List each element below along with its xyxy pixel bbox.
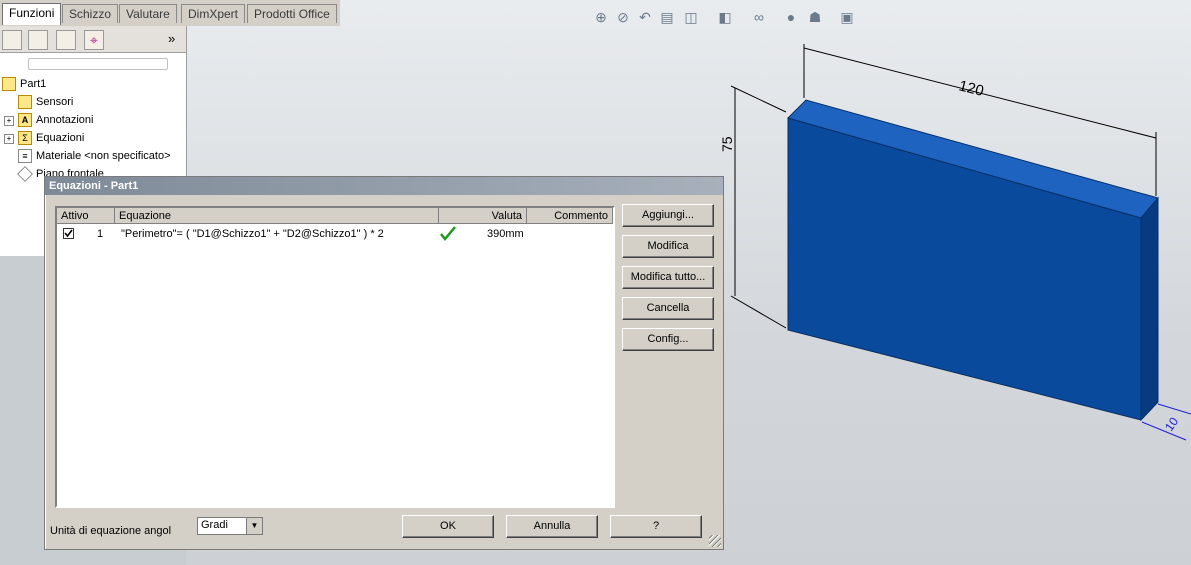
equation-icon: Σ <box>18 131 32 146</box>
ok-button[interactable]: OK <box>402 515 494 538</box>
view-settings-icon[interactable]: ▣ <box>838 8 856 26</box>
sensor-icon <box>18 95 32 110</box>
add-button[interactable]: Aggiungi... <box>622 204 714 227</box>
edit-button[interactable]: Modifica <box>622 235 714 258</box>
section-view-icon[interactable]: ▤ <box>658 8 676 26</box>
tree-item-part[interactable]: Part1 <box>2 75 46 93</box>
configuration-manager-icon[interactable] <box>56 30 76 50</box>
equations-dialog: Equazioni - Part1 Attivo Equazione Valut… <box>44 176 724 550</box>
column-header-equazione[interactable]: Equazione <box>115 208 439 224</box>
equation-value: 390mm <box>487 228 524 240</box>
dim-depth-ext <box>1157 403 1191 415</box>
zoom-to-fit-icon[interactable]: ⊕ <box>592 8 610 26</box>
command-manager-tabs: Funzioni Schizzo Valutare DimXpert Prodo… <box>0 0 340 26</box>
config-button[interactable]: Config... <box>622 328 714 351</box>
edit-all-button[interactable]: Modifica tutto... <box>622 266 714 289</box>
tree-item-equazioni[interactable]: Σ Equazioni <box>18 129 84 147</box>
equation-text[interactable]: "Perimetro"= ( "D1@Schizzo1" + "D2@Schiz… <box>121 226 384 242</box>
annotation-icon: A <box>18 113 32 128</box>
plane-icon <box>17 166 33 183</box>
zoom-area-icon[interactable]: ⊘ <box>614 8 632 26</box>
panel-expand-icon[interactable]: » <box>168 31 175 46</box>
tab-funzioni[interactable]: Funzioni <box>2 3 62 25</box>
tree-item-annotazioni[interactable]: A Annotazioni <box>18 111 94 129</box>
previous-view-icon[interactable]: ↶ <box>636 8 654 26</box>
material-icon: ≡ <box>18 149 32 164</box>
dialog-title[interactable]: Equazioni - Part1 <box>45 177 723 195</box>
active-checkbox[interactable] <box>63 228 74 239</box>
panel-toolbar: ⌖ » <box>0 26 186 53</box>
dim-width-text[interactable]: 120 <box>957 77 985 100</box>
row-index: 1 <box>97 228 104 240</box>
help-button[interactable]: ? <box>610 515 702 538</box>
scene-icon[interactable]: ☗ <box>806 8 824 26</box>
dim-height-ext-bottom <box>730 295 787 329</box>
hide-show-icon[interactable]: ∞ <box>750 8 768 26</box>
angle-unit-select[interactable]: Gradi ▼ <box>197 517 263 535</box>
equations-table[interactable]: Attivo Equazione Valuta Commento 1 "Peri… <box>55 206 615 508</box>
column-header-attivo[interactable]: Attivo <box>57 208 115 224</box>
block-side-face[interactable] <box>1140 196 1159 422</box>
property-manager-icon[interactable] <box>28 30 48 50</box>
resize-grip-icon[interactable] <box>709 535 721 547</box>
delete-button[interactable]: Cancella <box>622 297 714 320</box>
appearance-icon[interactable]: ● <box>782 8 800 26</box>
feature-tree-icon[interactable] <box>2 30 22 50</box>
column-header-commento[interactable]: Commento <box>527 208 613 224</box>
expand-annotazioni-icon[interactable]: + <box>4 116 14 126</box>
dim-height-text[interactable]: 75 <box>719 136 735 152</box>
dimxpert-manager-icon[interactable]: ⌖ <box>84 30 104 50</box>
tab-valutare[interactable]: Valutare <box>119 4 177 23</box>
angle-unit-value: Gradi <box>201 519 228 531</box>
dim-height-ext-top <box>730 85 787 113</box>
tab-prodotti-office[interactable]: Prodotti Office <box>247 4 337 23</box>
tree-item-sensori[interactable]: Sensori <box>18 93 73 111</box>
cancel-button[interactable]: Annulla <box>506 515 598 538</box>
view-orientation-icon[interactable]: ◫ <box>682 8 700 26</box>
tree-filter-input[interactable] <box>28 58 168 70</box>
display-style-icon[interactable]: ◧ <box>716 8 734 26</box>
column-header-valuta[interactable]: Valuta <box>439 208 527 224</box>
dropdown-arrow-icon[interactable]: ▼ <box>246 518 262 534</box>
tab-dimxpert[interactable]: DimXpert <box>181 4 246 23</box>
part-icon <box>2 77 16 92</box>
tab-schizzo[interactable]: Schizzo <box>62 4 119 23</box>
tree-item-materiale[interactable]: ≡ Materiale <non specificato> <box>18 147 171 165</box>
view-toolbar: ⊕ ⊘ ↶ ▤ ◫ ◧ ∞ ● ☗ ▣ <box>592 8 872 30</box>
expand-equazioni-icon[interactable]: + <box>4 134 14 144</box>
angle-unit-label: Unità di equazione angol <box>50 525 172 537</box>
checkmark-icon <box>64 229 73 238</box>
check-icon <box>440 226 456 241</box>
